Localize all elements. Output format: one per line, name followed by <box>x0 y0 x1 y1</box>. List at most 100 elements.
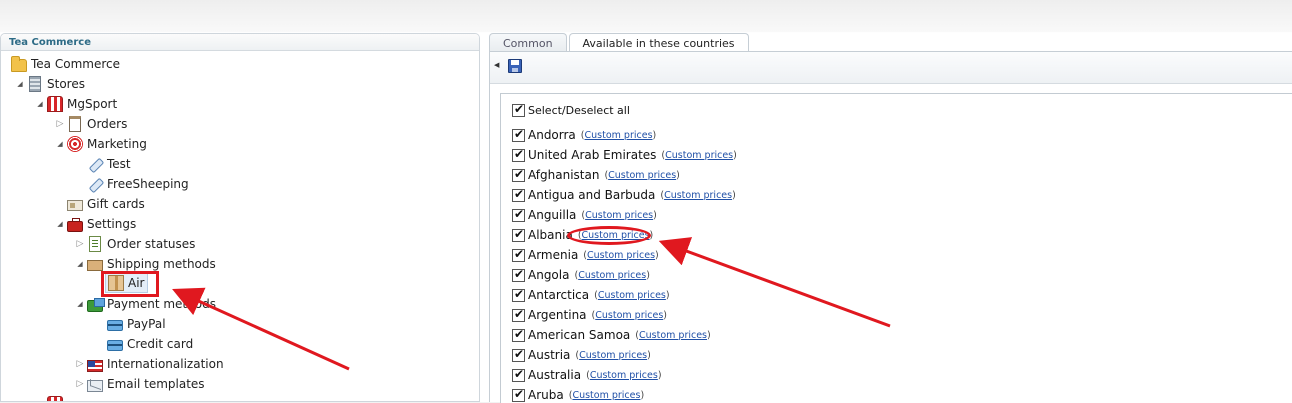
tag-icon <box>87 156 103 172</box>
country-row: Afghanistan (Custom prices) <box>512 166 680 184</box>
tree-node-freesheeping[interactable]: FreeSheeping <box>87 174 189 194</box>
select-all-row: Select/Deselect all <box>512 101 630 119</box>
tree-node-test[interactable]: Test <box>87 154 131 174</box>
select-all-label: Select/Deselect all <box>528 103 630 117</box>
tree-node-marketing[interactable]: ◢ Marketing <box>55 134 147 154</box>
collapse-arrow-icon[interactable]: ◀ <box>494 61 499 69</box>
custom-prices-link[interactable]: Custom prices <box>664 190 732 201</box>
custom-prices-wrapper: (Custom prices) <box>635 329 711 341</box>
custom-prices-link[interactable]: Custom prices <box>579 350 647 361</box>
expand-arrow-icon[interactable]: ◢ <box>55 140 65 148</box>
custom-prices-link[interactable]: Custom prices <box>639 330 707 341</box>
country-checkbox[interactable] <box>512 207 525 222</box>
custom-prices-link[interactable]: Custom prices <box>590 370 658 381</box>
expand-arrow-icon[interactable]: ◢ <box>75 260 85 268</box>
country-row: Anguilla (Custom prices) <box>512 206 657 224</box>
collapse-arrow-icon[interactable]: ▷ <box>75 239 85 249</box>
highlight-ellipse <box>567 226 651 245</box>
country-checkbox[interactable] <box>512 167 525 182</box>
tree-node-label: Gift cards <box>87 197 145 211</box>
tree-node-email-templates[interactable]: ▷ Email templates <box>75 374 205 394</box>
collapse-arrow-icon[interactable]: ▷ <box>55 119 65 129</box>
tree-node-label: Order statuses <box>107 237 196 251</box>
tree-node-partial: ◢ <box>35 394 67 401</box>
custom-prices-wrapper: (Custom prices) <box>661 149 737 161</box>
country-name: United Arab Emirates <box>528 148 657 162</box>
country-checkbox[interactable] <box>512 387 525 402</box>
country-checkbox[interactable] <box>512 287 525 302</box>
credit-card-icon <box>107 340 123 351</box>
tree-node-internationalization[interactable]: ▷ Internationalization <box>75 354 224 374</box>
expand-arrow-icon[interactable]: ◢ <box>55 220 65 228</box>
custom-prices-wrapper: (Custom prices) <box>580 129 657 141</box>
tree-node-credit-card[interactable]: Credit card <box>107 334 193 354</box>
select-all-checkbox[interactable] <box>512 102 525 117</box>
custom-prices-link[interactable]: Custom prices <box>585 210 653 221</box>
top-bar <box>0 0 1292 32</box>
custom-prices-link[interactable]: Custom prices <box>578 270 646 281</box>
country-checkbox[interactable] <box>512 227 525 242</box>
country-name: Antigua and Barbuda <box>528 188 656 202</box>
tree-node-order-statuses[interactable]: ▷ Order statuses <box>75 234 195 254</box>
tree-node-paypal[interactable]: PayPal <box>107 314 166 334</box>
tree-header: Tea Commerce <box>1 34 479 51</box>
tree-node-label: Internationalization <box>107 357 224 371</box>
tree-node-label: Credit card <box>127 337 194 351</box>
country-checkbox[interactable] <box>512 247 525 262</box>
country-checkbox[interactable] <box>512 327 525 342</box>
country-checkbox[interactable] <box>512 307 525 322</box>
custom-prices-wrapper: (Custom prices) <box>660 189 736 201</box>
custom-prices-link[interactable]: Custom prices <box>595 310 663 321</box>
target-icon <box>67 136 83 152</box>
custom-prices-link[interactable]: Custom prices <box>598 290 666 301</box>
country-checkbox[interactable] <box>512 347 525 362</box>
country-name: Angola <box>528 268 570 282</box>
custom-prices-wrapper: (Custom prices) <box>583 249 659 261</box>
store-icon <box>47 396 63 401</box>
country-name: Andorra <box>528 128 576 142</box>
tab-available-countries[interactable]: Available in these countries <box>568 33 749 53</box>
custom-prices-link[interactable]: Custom prices <box>587 250 655 261</box>
country-name: Anguilla <box>528 208 577 222</box>
tree-node-label: Settings <box>87 217 137 231</box>
expand-arrow-icon[interactable]: ◢ <box>15 80 25 88</box>
flag-icon <box>87 359 103 372</box>
collapse-arrow-icon[interactable]: ▷ <box>75 379 85 389</box>
country-checkbox[interactable] <box>512 267 525 282</box>
expand-arrow-icon[interactable]: ◢ <box>75 300 85 308</box>
country-checkbox[interactable] <box>512 367 525 382</box>
tree-node-tea-commerce[interactable]: Tea Commerce <box>11 54 120 74</box>
custom-prices-link[interactable]: Custom prices <box>585 130 653 141</box>
country-row: Austria (Custom prices) <box>512 346 651 364</box>
tree-node-mgsport[interactable]: ◢ MgSport <box>35 94 117 114</box>
tree-node-gift-cards[interactable]: Gift cards <box>67 194 145 214</box>
country-checkbox[interactable] <box>512 187 525 202</box>
tree-node-stores[interactable]: ◢ Stores <box>15 74 85 94</box>
collapse-arrow-icon[interactable]: ▷ <box>75 359 85 369</box>
custom-prices-link[interactable]: Custom prices <box>665 150 733 161</box>
country-name: Afghanistan <box>528 168 600 182</box>
custom-prices-wrapper: (Custom prices) <box>594 289 670 301</box>
country-row: Aruba (Custom prices) <box>512 386 644 403</box>
custom-prices-wrapper: (Custom prices) <box>604 169 680 181</box>
content-tree-panel: Tea Commerce Tea Commerce ◢ Stores ◢ MgS… <box>0 33 480 402</box>
tree-node-label: MgSport <box>67 97 118 111</box>
custom-prices-link[interactable]: Custom prices <box>608 170 676 181</box>
building-icon <box>29 76 41 92</box>
country-checkbox[interactable] <box>512 147 525 162</box>
custom-prices-wrapper: (Custom prices) <box>574 269 650 281</box>
country-row: Australia (Custom prices) <box>512 366 662 384</box>
country-name: American Samoa <box>528 328 631 342</box>
country-name: Antarctica <box>528 288 590 302</box>
country-checkbox[interactable] <box>512 127 525 142</box>
tree-node-orders[interactable]: ▷ Orders <box>55 114 127 134</box>
tree-node-settings[interactable]: ◢ Settings <box>55 214 136 234</box>
toolbox-icon <box>67 217 83 232</box>
tab-common[interactable]: Common <box>489 33 567 52</box>
tree-node-payment-methods[interactable]: ◢ Payment methods <box>75 294 216 314</box>
expand-arrow-icon[interactable]: ◢ <box>35 100 45 108</box>
tree-node-label: Marketing <box>87 137 147 151</box>
save-icon[interactable] <box>508 59 522 73</box>
custom-prices-wrapper: (Custom prices) <box>568 389 645 401</box>
custom-prices-link[interactable]: Custom prices <box>572 390 640 401</box>
